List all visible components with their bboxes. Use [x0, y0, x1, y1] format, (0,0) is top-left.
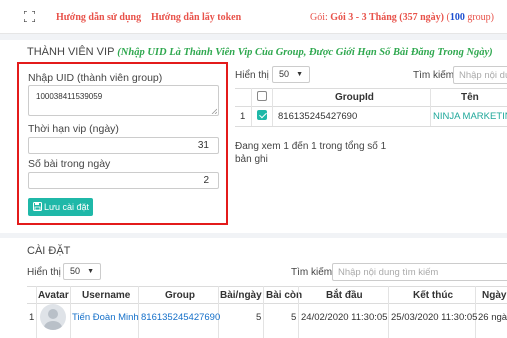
table-divider — [263, 286, 264, 338]
column-header-end[interactable]: Kết thúc — [413, 290, 453, 301]
table-divider — [70, 286, 71, 338]
fullscreen-icon[interactable] — [24, 11, 35, 22]
column-header-name[interactable]: Tên — [461, 92, 479, 103]
row-group-name[interactable]: NINJA MARKETING — [433, 111, 507, 122]
row-posts-left: 5 — [291, 312, 297, 323]
select-all-checkbox[interactable] — [257, 91, 267, 101]
table-border — [235, 88, 507, 89]
row-username[interactable]: Tiến Đoàn Minh — [72, 312, 139, 323]
settings-show-label: Hiển thị — [27, 267, 61, 278]
column-header-posts-per-day[interactable]: Bài/ngày — [220, 290, 262, 301]
posts-per-day-input[interactable]: 2 — [28, 172, 219, 189]
settings-search-input[interactable]: Nhập nội dung tìm kiếm — [332, 263, 507, 281]
row-days: 26 ngày — [478, 312, 507, 323]
vip-section-note: (Nhập UID Là Thành Viên Vip Của Group, Đ… — [117, 47, 493, 58]
avatar — [40, 304, 66, 330]
table-border — [27, 286, 507, 287]
table-border — [27, 303, 507, 304]
uid-label: Nhập UID (thành viên group) — [28, 72, 163, 84]
table-divider — [36, 286, 37, 338]
row-group-id: 816135245427690 — [278, 111, 358, 122]
vip-search-label: Tìm kiếm: — [413, 70, 457, 81]
token-guide-link[interactable]: Hướng dẫn lấy token — [151, 12, 241, 23]
row-end-date: 25/03/2020 11:30:05 — [391, 312, 478, 323]
posts-per-day-label: Số bài trong ngày — [28, 158, 111, 170]
separator — [0, 34, 507, 40]
vip-page-size-select[interactable]: 50 ▼ — [272, 66, 310, 83]
row-index: 1 — [29, 312, 35, 323]
floppy-disk-icon — [33, 202, 42, 211]
column-header-groupid[interactable]: GroupId — [335, 92, 374, 103]
column-header-group[interactable]: Group — [165, 290, 195, 301]
vip-table-info: Đang xem 1 đến 1 trong tổng số 1 bản ghi — [235, 141, 387, 165]
row-index: 1 — [240, 111, 246, 122]
uid-textarea[interactable]: 100038411539059 — [28, 85, 219, 116]
table-divider — [298, 286, 299, 338]
settings-page-size-select[interactable]: 50 ▼ — [63, 263, 101, 280]
column-header-username[interactable]: Username — [82, 290, 130, 301]
column-header-avatar[interactable]: Avatar — [38, 290, 69, 301]
table-divider — [251, 88, 252, 126]
table-divider — [430, 88, 431, 126]
chevron-down-icon: ▼ — [296, 71, 303, 78]
vip-form-panel: Nhập UID (thành viên group) 100038411539… — [17, 62, 228, 225]
settings-section-title: CÀI ĐẶT — [27, 245, 71, 257]
table-border — [235, 126, 507, 127]
column-header-posts-left[interactable]: Bài còn — [266, 290, 302, 301]
chevron-down-icon: ▼ — [87, 268, 94, 275]
save-settings-button[interactable]: Lưu cài đặt — [28, 198, 93, 216]
column-header-days[interactable]: Ngày — [482, 290, 506, 301]
table-border — [235, 106, 507, 107]
vip-days-input[interactable]: 31 — [28, 137, 219, 154]
separator — [0, 233, 507, 238]
user-silhouette-icon — [44, 309, 62, 330]
table-divider — [388, 286, 389, 338]
settings-search-label: Tìm kiếm: — [291, 267, 335, 278]
vip-search-input[interactable]: Nhập nội dung tìm kiếm — [453, 66, 507, 84]
vip-section-title: THÀNH VIÊN VIP (Nhập UID Là Thành Viên V… — [27, 46, 493, 58]
top-bar: Hướng dẫn sử dụng Hướng dẫn lấy token Gó… — [0, 0, 507, 34]
row-group[interactable]: 816135245427690 — [141, 312, 220, 323]
resize-grip-icon[interactable] — [211, 108, 217, 114]
row-start-date: 24/02/2020 11:30:05 — [301, 312, 388, 323]
column-header-start[interactable]: Bắt đầu — [326, 290, 363, 301]
vip-days-label: Thời hạn vip (ngày) — [28, 123, 119, 135]
table-divider — [272, 88, 273, 126]
row-checkbox[interactable] — [257, 110, 267, 120]
plan-status: Gói: Gói 3 - 3 Tháng (357 ngày) (100 gro… — [309, 12, 494, 23]
row-posts-per-day: 5 — [256, 312, 262, 323]
guide-link[interactable]: Hướng dẫn sử dụng — [56, 12, 141, 23]
vip-show-label: Hiển thị — [235, 70, 269, 81]
